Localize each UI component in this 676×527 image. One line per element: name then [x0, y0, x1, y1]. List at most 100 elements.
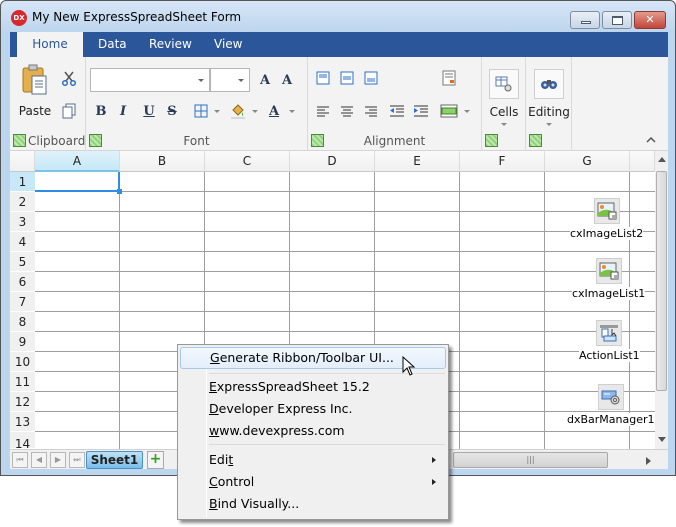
column-header-empty — [630, 151, 655, 172]
align-bottom-button[interactable] — [363, 70, 379, 86]
row-header[interactable]: 10 — [10, 352, 35, 372]
close-icon: ✕ — [645, 13, 655, 26]
cells-launcher-button[interactable] — [485, 134, 498, 147]
row-header[interactable]: 6 — [10, 272, 35, 292]
column-header[interactable]: D — [290, 151, 375, 172]
font-color-dropdown-icon[interactable] — [289, 110, 295, 113]
next-sheet-button[interactable]: ▶ — [50, 452, 66, 468]
menu-item-version[interactable]: ExpressSpreadSheet 15.2 — [180, 376, 446, 398]
minimize-button[interactable] — [570, 11, 600, 29]
component-cximagelist2[interactable]: cxImageList2 — [570, 198, 644, 240]
alignment-group-label: Alignment — [363, 134, 426, 148]
maximize-button[interactable] — [602, 11, 632, 29]
align-middle-icon — [340, 71, 354, 85]
fill-color-button[interactable] — [229, 102, 247, 120]
underline-icon: U — [143, 103, 155, 119]
select-all-corner[interactable] — [10, 151, 35, 172]
bold-button[interactable]: B — [93, 102, 109, 120]
row-header[interactable]: 7 — [10, 292, 35, 312]
row-header[interactable]: 3 — [10, 212, 35, 232]
borders-button[interactable] — [192, 102, 210, 120]
row-header[interactable]: 1 — [10, 172, 35, 192]
tab-home[interactable]: Home — [17, 32, 83, 57]
column-header[interactable]: F — [460, 151, 545, 172]
vertical-scroll-thumb[interactable] — [656, 171, 667, 391]
menu-item-bind-visually[interactable]: Bind Visually... — [180, 493, 446, 515]
row-header[interactable]: 2 — [10, 192, 35, 212]
underline-button[interactable]: U — [141, 102, 157, 120]
italic-button[interactable]: I — [115, 102, 131, 120]
wrap-text-button[interactable] — [441, 70, 457, 86]
accel-key: B — [209, 496, 218, 511]
scissors-icon — [61, 71, 77, 86]
font-size-combo[interactable] — [210, 68, 250, 92]
scroll-up-icon[interactable] — [658, 157, 666, 162]
row-header[interactable]: 5 — [10, 252, 35, 272]
merge-center-button[interactable] — [439, 102, 459, 120]
increase-indent-button[interactable] — [412, 103, 430, 119]
align-top-button[interactable] — [315, 70, 331, 86]
fill-handle[interactable] — [117, 189, 122, 194]
decrease-indent-button[interactable] — [388, 103, 406, 119]
prev-sheet-button[interactable]: ◀ — [31, 452, 47, 468]
column-header[interactable]: A — [35, 151, 120, 172]
component-dxbarmanager1[interactable]: dxBarManager1 — [567, 384, 655, 426]
merge-dropdown-icon[interactable] — [464, 110, 470, 113]
vertical-scrollbar[interactable] — [655, 151, 668, 449]
row-header[interactable]: 14 — [10, 432, 35, 449]
horizontal-scrollbar[interactable]: ||| — [453, 452, 653, 468]
column-header[interactable]: B — [120, 151, 205, 172]
editing-launcher-button[interactable] — [529, 134, 542, 147]
tab-data[interactable]: Data — [86, 32, 139, 57]
align-right-button[interactable] — [363, 103, 379, 119]
menu-item-label: xpressSpreadSheet 15.2 — [216, 379, 370, 394]
row-header[interactable]: 12 — [10, 392, 35, 412]
row-header[interactable]: 9 — [10, 332, 35, 352]
last-sheet-button[interactable]: ⏭ — [69, 452, 85, 468]
collapse-ribbon-button[interactable] — [644, 134, 658, 146]
title-bar[interactable]: DX My New ExpressSpreadSheet Form ✕ — [1, 1, 675, 31]
sheet-tab-sheet1[interactable]: Sheet1 — [86, 451, 143, 469]
column-header[interactable]: G — [545, 151, 630, 172]
image-list-icon — [599, 262, 619, 280]
row-header[interactable]: 11 — [10, 372, 35, 392]
cells-button[interactable]: Cells — [484, 63, 524, 131]
align-middle-button[interactable] — [339, 70, 355, 86]
tab-review[interactable]: Review — [137, 32, 204, 57]
scroll-down-icon[interactable] — [658, 437, 666, 442]
horizontal-scroll-thumb[interactable]: ||| — [453, 452, 608, 468]
font-group: A A B I U S A Font — [86, 57, 308, 151]
paste-button[interactable]: Paste — [18, 63, 52, 119]
font-color-button[interactable]: A — [266, 102, 282, 120]
selected-cell[interactable] — [35, 172, 120, 192]
row-header[interactable]: 13 — [10, 412, 35, 432]
copy-button[interactable] — [60, 102, 78, 120]
strikethrough-button[interactable]: S — [164, 102, 180, 120]
cut-button[interactable] — [60, 69, 78, 87]
scroll-right-icon[interactable] — [646, 457, 651, 465]
add-sheet-button[interactable]: + — [147, 451, 164, 469]
component-cximagelist1[interactable]: cxImageList1 — [572, 258, 646, 300]
ribbon: Paste Clipboard A A B I U S A Font Align… — [10, 57, 668, 151]
column-header[interactable]: E — [375, 151, 460, 172]
menu-item-website[interactable]: www.devexpress.com — [180, 420, 446, 442]
close-button[interactable]: ✕ — [634, 11, 666, 29]
align-left-button[interactable] — [315, 103, 331, 119]
tab-view[interactable]: View — [202, 32, 254, 57]
editing-button[interactable]: Editing — [528, 63, 570, 131]
row-header[interactable]: 8 — [10, 312, 35, 332]
borders-dropdown-icon[interactable] — [214, 110, 220, 113]
font-name-combo[interactable] — [90, 68, 210, 92]
row-header[interactable]: 4 — [10, 232, 35, 252]
menu-item-control[interactable]: Control — [180, 471, 446, 493]
menu-item-company[interactable]: Developer Express Inc. — [180, 398, 446, 420]
menu-item-edit[interactable]: Edit — [180, 449, 446, 471]
copy-icon — [62, 103, 76, 119]
shrink-font-button[interactable]: A — [278, 71, 296, 89]
component-actionlist1[interactable]: ActionList1 — [579, 320, 640, 362]
grow-font-button[interactable]: A — [256, 71, 274, 89]
column-header[interactable]: C — [205, 151, 290, 172]
align-center-button[interactable] — [339, 103, 355, 119]
first-sheet-button[interactable]: ⏮ — [12, 452, 28, 468]
fill-color-dropdown-icon[interactable] — [252, 110, 258, 113]
